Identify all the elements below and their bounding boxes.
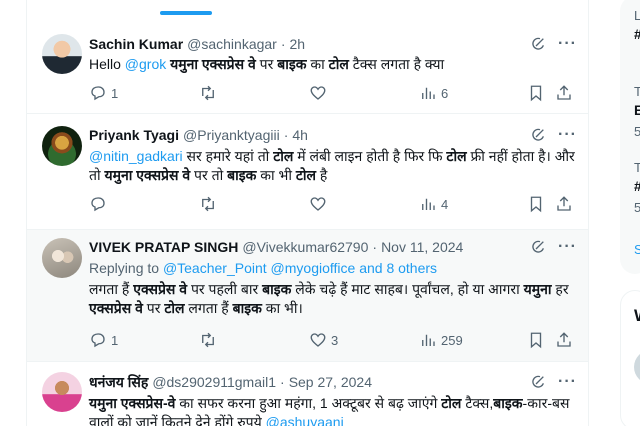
- separator-dot: ·: [280, 374, 285, 390]
- like-count: 3: [331, 332, 339, 348]
- reply-count: 1: [111, 85, 119, 101]
- like-button[interactable]: 3: [309, 331, 338, 349]
- sidebar-text-fragment: W: [634, 306, 640, 326]
- share-icon: [557, 332, 571, 347]
- more-options-icon[interactable]: ···: [558, 374, 577, 390]
- author-name[interactable]: Priyank Tyagi: [89, 127, 179, 143]
- avatar[interactable]: [42, 238, 82, 278]
- separator-dot: ·: [283, 127, 289, 143]
- reply-icon: [91, 197, 105, 212]
- retweet-button[interactable]: [199, 195, 221, 213]
- tweet-item[interactable]: VIVEK PRATAP SINGH @Vivekkumar62790 · No…: [27, 230, 588, 362]
- grok-icon[interactable]: [530, 36, 546, 52]
- tweet-actions: 4: [89, 195, 588, 215]
- more-options-icon[interactable]: ···: [558, 36, 577, 52]
- replying-others-link[interactable]: and 8 others: [359, 260, 437, 276]
- views-button[interactable]: 4: [419, 195, 448, 213]
- share-icon: [557, 85, 571, 100]
- author-handle[interactable]: @Priyanktyagiii: [183, 127, 280, 143]
- avatar[interactable]: [42, 126, 82, 166]
- replying-to: Replying to @Teacher_Point @myogioffice …: [89, 260, 437, 276]
- sidebar-text-fragment[interactable]: #: [634, 26, 640, 42]
- tweet-actions: 1 3 259: [89, 331, 588, 351]
- timeline-feed: Sachin Kumar @sachinkagar · 2h ··· Hello…: [26, 0, 589, 426]
- separator-dot: ·: [280, 36, 286, 52]
- right-sidebar: L # T E 5 T # 5 S W: [620, 0, 640, 426]
- reply-button[interactable]: [89, 195, 111, 213]
- sidebar-text-fragment[interactable]: #: [634, 178, 640, 194]
- more-options-icon[interactable]: ···: [558, 127, 577, 143]
- sidebar-text-fragment: L: [634, 8, 640, 23]
- share-button[interactable]: [555, 84, 573, 102]
- sidebar-text-fragment: 5: [634, 200, 640, 215]
- active-tab-indicator: [160, 11, 212, 15]
- sidebar-text-fragment: T: [634, 84, 640, 99]
- author-handle[interactable]: @sachinkagar: [187, 36, 277, 52]
- author-handle[interactable]: @Vivekkumar62790: [242, 239, 368, 255]
- grok-icon[interactable]: [530, 374, 546, 390]
- author-name[interactable]: धनंजय सिंह: [89, 373, 148, 392]
- view-count: 6: [441, 85, 449, 101]
- reply-button[interactable]: 1: [89, 331, 118, 349]
- replying-prefix: Replying to: [89, 260, 160, 276]
- avatar[interactable]: [42, 34, 82, 74]
- more-options-icon[interactable]: ···: [558, 239, 577, 255]
- tweet-text: Hello @grok यमुना एक्सप्रेस वे पर बाइक क…: [89, 56, 445, 72]
- bookmark-icon: [530, 196, 542, 213]
- timestamp[interactable]: Nov 11, 2024: [381, 239, 463, 255]
- heart-icon: [310, 333, 326, 347]
- bookmark-button[interactable]: [527, 195, 545, 213]
- author-handle[interactable]: @ds2902911gmail1: [152, 374, 276, 390]
- retweet-icon: [202, 196, 214, 212]
- views-button[interactable]: 6: [419, 84, 448, 102]
- retweet-icon: [202, 332, 214, 348]
- grok-icon[interactable]: [530, 127, 546, 143]
- sidebar-text-fragment: T: [634, 160, 640, 175]
- view-count: 259: [441, 332, 463, 348]
- tweet-text: लगता हैं एक्सप्रेस वे पर पहली बार बाइक ल…: [89, 281, 569, 316]
- share-button[interactable]: [555, 195, 573, 213]
- reply-icon: [91, 86, 105, 101]
- tweet-item[interactable]: धनंजय सिंह @ds2902911gmail1 · Sep 27, 20…: [27, 362, 588, 426]
- separator-dot: ·: [372, 239, 378, 255]
- sidebar-text-fragment: 5: [634, 124, 640, 139]
- retweet-button[interactable]: [199, 331, 221, 349]
- tweet-actions: 1 6: [89, 84, 588, 104]
- views-icon: [422, 198, 435, 210]
- avatar[interactable]: [42, 372, 82, 412]
- bookmark-button[interactable]: [527, 84, 545, 102]
- timestamp[interactable]: 2h: [290, 36, 306, 52]
- tweet-item[interactable]: Priyank Tyagi @Priyanktyagiii · 4h ··· @…: [27, 114, 588, 230]
- sidebar-text-fragment[interactable]: E: [634, 102, 640, 118]
- timestamp[interactable]: Sep 27, 2024: [289, 374, 372, 390]
- reply-button[interactable]: 1: [89, 84, 118, 102]
- bookmark-icon: [530, 85, 542, 102]
- sidebar-text-fragment[interactable]: S: [634, 242, 640, 257]
- author-name[interactable]: VIVEK PRATAP SINGH: [89, 239, 238, 255]
- bookmark-icon: [530, 332, 542, 349]
- tweet-text: @nitin_gadkari सर हमारे यहां तो टोल में …: [89, 148, 575, 183]
- heart-icon: [310, 197, 326, 211]
- tweet-text: यमुना एक्सप्रेस-वे का सफर करना हुआ महंगा…: [89, 395, 570, 426]
- replying-user-link[interactable]: @Teacher_Point: [163, 260, 267, 276]
- views-button[interactable]: 259: [419, 331, 463, 349]
- like-button[interactable]: [309, 84, 331, 102]
- replying-user-link[interactable]: @myogioffice: [271, 260, 356, 276]
- grok-icon[interactable]: [530, 239, 546, 255]
- like-button[interactable]: [309, 195, 331, 213]
- timestamp[interactable]: 4h: [292, 127, 308, 143]
- view-count: 4: [441, 196, 449, 212]
- views-icon: [422, 334, 435, 346]
- reply-count: 1: [111, 332, 119, 348]
- share-button[interactable]: [555, 331, 573, 349]
- author-name[interactable]: Sachin Kumar: [89, 36, 183, 52]
- retweet-icon: [202, 85, 214, 101]
- tweet-item[interactable]: Sachin Kumar @sachinkagar · 2h ··· Hello…: [27, 18, 588, 114]
- views-icon: [422, 87, 435, 99]
- reply-icon: [91, 333, 105, 348]
- bookmark-button[interactable]: [527, 331, 545, 349]
- share-icon: [557, 196, 571, 211]
- heart-icon: [310, 86, 326, 100]
- retweet-button[interactable]: [199, 84, 221, 102]
